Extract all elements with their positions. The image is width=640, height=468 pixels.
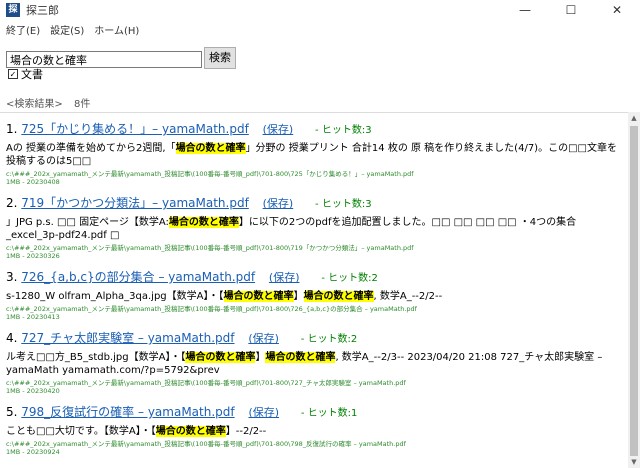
result-item: 2. 719「かつかつ分類法」– yamaMath.pdf (保存) - ヒット… — [6, 195, 628, 260]
result-item: 3. 726_{a,b,c}の部分集合 – yamaMath.pdf (保存) … — [6, 269, 628, 321]
menu-bar: 終了(E) 設定(S) ホーム(H) — [0, 21, 640, 38]
result-hit-count: - ヒット数:3 — [315, 125, 372, 136]
menu-home[interactable]: ホーム(H) — [94, 22, 139, 37]
maximize-button[interactable]: ☐ — [548, 0, 594, 20]
title-bar: 探 探三郎 — ☐ ✕ — [0, 0, 640, 20]
result-number: 1. — [6, 122, 18, 136]
result-hit-count: - ヒット数:2 — [300, 334, 358, 345]
result-title-link[interactable]: 719「かつかつ分類法」– yamaMath.pdf — [21, 196, 249, 210]
snippet-highlight: 場合の数と確率 — [155, 426, 226, 437]
result-number: 5. — [6, 405, 18, 419]
close-button[interactable]: ✕ — [594, 0, 640, 20]
result-file-path: c:\###_202x_yamamath_メンテ最新\yamamath_投稿記事… — [6, 170, 414, 178]
result-file-meta: 1MB - 20230326 — [6, 252, 60, 260]
result-file-meta: 1MB - 20230420 — [6, 387, 60, 395]
snippet-text: , 数学A_--2/2-- — [373, 291, 443, 302]
result-hit-count: - ヒット数:2 — [321, 273, 378, 284]
result-snippet: ル考え□□方_B5_stdb.jpg【数学A】・【場合の数と確率】場合の数と確率… — [6, 351, 618, 377]
result-number: 4. — [6, 331, 18, 345]
result-file-meta: 1MB - 20230408 — [6, 178, 60, 186]
scroll-thumb[interactable] — [630, 126, 638, 456]
result-save-link[interactable]: (保存) — [263, 123, 294, 136]
snippet-highlight: 場合の数と確率 — [168, 217, 239, 228]
document-checkbox-row[interactable]: ✓ 文書 — [8, 67, 43, 81]
window-title: 探三郎 — [26, 4, 59, 17]
result-item: 4. 727_チャ太郎実験室 – yamaMath.pdf (保存) - ヒット… — [6, 330, 628, 395]
snippet-text: ことも□□大切です。【数学A】・【 — [6, 426, 156, 437]
result-count: 8件 — [73, 99, 91, 110]
result-snippet: 」JPG p.s. □□ 固定ページ【数学A:場合の数と確率】に以下の2つのpd… — [6, 216, 618, 242]
snippet-highlight: 場合の数と確率 — [303, 291, 374, 302]
minimize-button[interactable]: — — [502, 0, 548, 20]
result-save-link[interactable]: (保存) — [248, 332, 279, 345]
scroll-down-icon[interactable]: ▼ — [630, 458, 638, 466]
result-file-path: c:\###_202x_yamamath_メンテ最新\yamamath_投稿記事… — [6, 440, 406, 448]
result-hit-count: - ヒット数:1 — [300, 408, 358, 419]
result-title-row: 2. 719「かつかつ分類法」– yamaMath.pdf (保存) - ヒット… — [6, 195, 628, 213]
app-icon: 探 — [6, 3, 20, 17]
snippet-highlight: 場合の数と確率 — [185, 352, 256, 363]
result-title-row: 3. 726_{a,b,c}の部分集合 – yamaMath.pdf (保存) … — [6, 269, 628, 287]
result-save-link[interactable]: (保存) — [269, 271, 300, 284]
document-checkbox[interactable]: ✓ — [8, 69, 18, 79]
result-hit-count: - ヒット数:3 — [315, 199, 372, 210]
result-title-link[interactable]: 798_反復試行の確率 – yamaMath.pdf — [21, 405, 234, 419]
results-list: 1. 725「かじり集める！」– yamaMath.pdf (保存) - ヒット… — [0, 113, 628, 456]
result-header: <検索結果> 8件 — [6, 95, 98, 110]
result-snippet: ことも□□大切です。【数学A】・【場合の数と確率】--2/2-- — [6, 425, 618, 438]
result-title-link[interactable]: 726_{a,b,c}の部分集合 – yamaMath.pdf — [21, 270, 255, 284]
snippet-text: 】 — [255, 352, 266, 363]
document-checkbox-label: 文書 — [21, 68, 43, 81]
result-title-row: 1. 725「かじり集める！」– yamaMath.pdf (保存) - ヒット… — [6, 121, 628, 139]
result-title-row: 5. 798_反復試行の確率 – yamaMath.pdf (保存) - ヒット… — [6, 404, 628, 422]
menu-settings[interactable]: 設定(S) — [50, 22, 84, 37]
result-file-path: c:\###_202x_yamamath_メンテ最新\yamamath_投稿記事… — [6, 379, 406, 387]
snippet-text: 」JPG p.s. □□ 固定ページ【数学A: — [6, 217, 169, 228]
result-title-row: 4. 727_チャ太郎実験室 – yamaMath.pdf (保存) - ヒット… — [6, 330, 628, 348]
snippet-highlight: 場合の数と確率 — [223, 291, 294, 302]
results-pane[interactable]: 1. 725「かじり集める！」– yamaMath.pdf (保存) - ヒット… — [0, 112, 628, 468]
result-title-link[interactable]: 727_チャ太郎実験室 – yamaMath.pdf — [21, 331, 234, 345]
search-button[interactable]: 検索 — [204, 47, 236, 69]
result-number: 2. — [6, 196, 18, 210]
result-file-meta: 1MB - 20230413 — [6, 313, 60, 321]
snippet-highlight: 場合の数と確率 — [265, 352, 336, 363]
result-header-label: <検索結果> — [6, 99, 63, 110]
snippet-text: Aの 授業の準備を始めてから2週間,「 — [6, 143, 176, 154]
result-item: 5. 798_反復試行の確率 – yamaMath.pdf (保存) - ヒット… — [6, 404, 628, 456]
snippet-highlight: 場合の数と確率 — [175, 143, 246, 154]
result-snippet: Aの 授業の準備を始めてから2週間,「場合の数と確率」分野の 授業プリント 合計… — [6, 142, 618, 168]
vertical-scrollbar[interactable]: ▲ ▼ — [628, 112, 640, 468]
snippet-text: ル考え□□方_B5_stdb.jpg【数学A】・【 — [6, 352, 186, 363]
snippet-text: s-1280_W olfram_Alpha_3qa.jpg【数学A】・【 — [6, 291, 224, 302]
scroll-up-icon[interactable]: ▲ — [630, 114, 638, 122]
window-controls: — ☐ ✕ — [502, 0, 640, 20]
result-file-path: c:\###_202x_yamamath_メンテ最新\yamamath_投稿記事… — [6, 305, 417, 313]
menu-exit[interactable]: 終了(E) — [6, 22, 40, 37]
result-item: 1. 725「かじり集める！」– yamaMath.pdf (保存) - ヒット… — [6, 121, 628, 186]
result-number: 3. — [6, 270, 18, 284]
result-save-link[interactable]: (保存) — [248, 406, 279, 419]
result-file-path: c:\###_202x_yamamath_メンテ最新\yamamath_投稿記事… — [6, 244, 414, 252]
snippet-text: 】 — [293, 291, 304, 302]
result-title-link[interactable]: 725「かじり集める！」– yamaMath.pdf — [21, 122, 249, 136]
result-save-link[interactable]: (保存) — [263, 197, 294, 210]
result-file-meta: 1MB - 20230924 — [6, 448, 60, 456]
result-snippet: s-1280_W olfram_Alpha_3qa.jpg【数学A】・【場合の数… — [6, 290, 618, 303]
snippet-text: 】--2/2-- — [225, 426, 267, 437]
